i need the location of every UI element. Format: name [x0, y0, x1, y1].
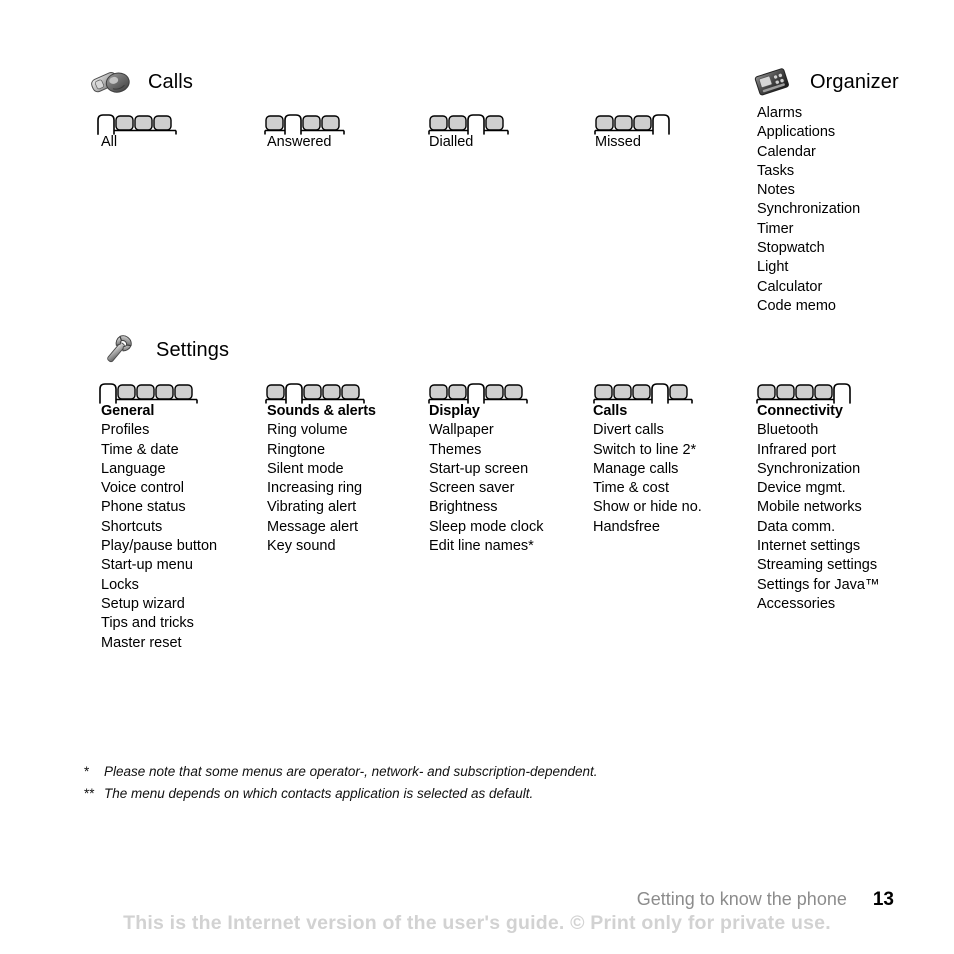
settings-section-title: Settings [156, 338, 230, 361]
calls-tab-label-answered: Answered [267, 134, 332, 150]
settings-column-display: Display Wallpaper Themes Start-up screen… [429, 402, 543, 556]
list-item[interactable]: Time & date [101, 441, 217, 460]
manual-page: Calls All Answered Dialled Missed Organi… [0, 0, 954, 954]
footnote-mark: * [84, 764, 90, 779]
list-item[interactable]: Applications [757, 123, 860, 142]
list-item[interactable]: Notes [757, 181, 860, 200]
list-item[interactable]: Stopwatch [757, 239, 860, 258]
list-item[interactable]: Locks [101, 576, 217, 595]
list-item[interactable]: Handsfree [593, 518, 702, 537]
page-number: 13 [872, 889, 894, 910]
column-heading: General [101, 403, 155, 419]
calls-section-heading: Calls [88, 62, 193, 102]
organizer-section-heading: Organizer [750, 62, 899, 102]
organizer-icon [750, 62, 796, 102]
list-item[interactable]: Phone status [101, 498, 217, 517]
list-item[interactable]: Show or hide no. [593, 498, 702, 517]
footnote-text: The menu depends on which contacts appli… [104, 786, 534, 801]
list-item[interactable]: Sleep mode clock [429, 518, 543, 537]
list-item[interactable]: Voice control [101, 479, 217, 498]
list-item[interactable]: Data comm. [757, 518, 880, 537]
list-item[interactable]: Start-up screen [429, 460, 543, 479]
calls-section-title: Calls [148, 70, 193, 93]
list-item[interactable]: Shortcuts [101, 518, 217, 537]
list-item[interactable]: Key sound [267, 537, 376, 556]
list-item[interactable]: Timer [757, 220, 860, 239]
calls-tab-label-missed: Missed [595, 134, 641, 150]
list-item[interactable]: Synchronization [757, 200, 860, 219]
running-header-text: Getting to know the phone [636, 889, 847, 909]
list-item[interactable]: Calculator [757, 278, 860, 297]
footnote-mark: ** [84, 786, 95, 801]
list-item[interactable]: Master reset [101, 634, 217, 653]
list-item[interactable]: Streaming settings [757, 556, 880, 575]
organizer-section-title: Organizer [810, 70, 899, 93]
list-item[interactable]: Synchronization [757, 460, 880, 479]
list-item[interactable]: Manage calls [593, 460, 702, 479]
list-item[interactable]: Tips and tricks [101, 614, 217, 633]
calls-tab-label-dialled: Dialled [429, 134, 474, 150]
list-item[interactable]: Profiles [101, 421, 217, 440]
list-item[interactable]: Ring volume [267, 421, 376, 440]
list-item[interactable]: Mobile networks [757, 498, 880, 517]
list-item[interactable]: Light [757, 258, 860, 277]
settings-column-sounds-alerts: Sounds & alerts Ring volume Ringtone Sil… [267, 402, 376, 556]
list-item[interactable]: Alarms [757, 104, 860, 123]
list-item[interactable]: Screen saver [429, 479, 543, 498]
settings-column-connectivity: Connectivity Bluetooth Infrared port Syn… [757, 402, 880, 614]
list-item[interactable]: Wallpaper [429, 421, 543, 440]
list-item[interactable]: Switch to line 2* [593, 441, 702, 460]
page-footer: Getting to know the phone 13 [637, 889, 894, 911]
list-item[interactable]: Internet settings [757, 537, 880, 556]
list-item[interactable]: Play/pause button [101, 537, 217, 556]
footnote-text: Please note that some menus are operator… [104, 764, 598, 779]
list-item[interactable]: Accessories [757, 595, 880, 614]
calls-phone-icon [88, 62, 134, 102]
list-item[interactable]: Brightness [429, 498, 543, 517]
column-heading: Sounds & alerts [267, 403, 376, 419]
footnotes: * Please note that some menus are operato… [84, 761, 598, 805]
list-item[interactable]: Language [101, 460, 217, 479]
internet-version-notice: This is the Internet version of the user… [123, 912, 831, 934]
footnote-double-asterisk: ** The menu depends on which contacts app… [84, 783, 598, 805]
settings-section-heading: Settings [96, 330, 229, 370]
list-item[interactable]: Increasing ring [267, 479, 376, 498]
calls-tab-label-all: All [101, 134, 118, 150]
list-item[interactable]: Setup wizard [101, 595, 217, 614]
wrench-icon [96, 330, 142, 370]
list-item[interactable]: Tasks [757, 162, 860, 181]
list-item[interactable]: Message alert [267, 518, 376, 537]
list-item[interactable]: Divert calls [593, 421, 702, 440]
settings-column-calls: Calls Divert calls Switch to line 2* Man… [593, 402, 702, 537]
list-item[interactable]: Calendar [757, 143, 860, 162]
list-item[interactable]: Device mgmt. [757, 479, 880, 498]
list-item[interactable]: Silent mode [267, 460, 376, 479]
column-heading: Calls [593, 403, 628, 419]
list-item[interactable]: Edit line names* [429, 537, 543, 556]
list-item[interactable]: Ringtone [267, 441, 376, 460]
list-item[interactable]: Themes [429, 441, 543, 460]
column-heading: Connectivity [757, 403, 843, 419]
list-item[interactable]: Bluetooth [757, 421, 880, 440]
list-item[interactable]: Time & cost [593, 479, 702, 498]
footnote-single-asterisk: * Please note that some menus are operato… [84, 761, 598, 783]
list-item[interactable]: Start-up menu [101, 556, 217, 575]
list-item[interactable]: Settings for Java™ [757, 576, 880, 595]
settings-column-general: General Profiles Time & date Language Vo… [101, 402, 217, 653]
list-item[interactable]: Code memo [757, 297, 860, 316]
column-heading: Display [429, 403, 480, 419]
organizer-menu-list: Alarms Applications Calendar Tasks Notes… [757, 104, 860, 316]
list-item[interactable]: Infrared port [757, 441, 880, 460]
list-item[interactable]: Vibrating alert [267, 498, 376, 517]
